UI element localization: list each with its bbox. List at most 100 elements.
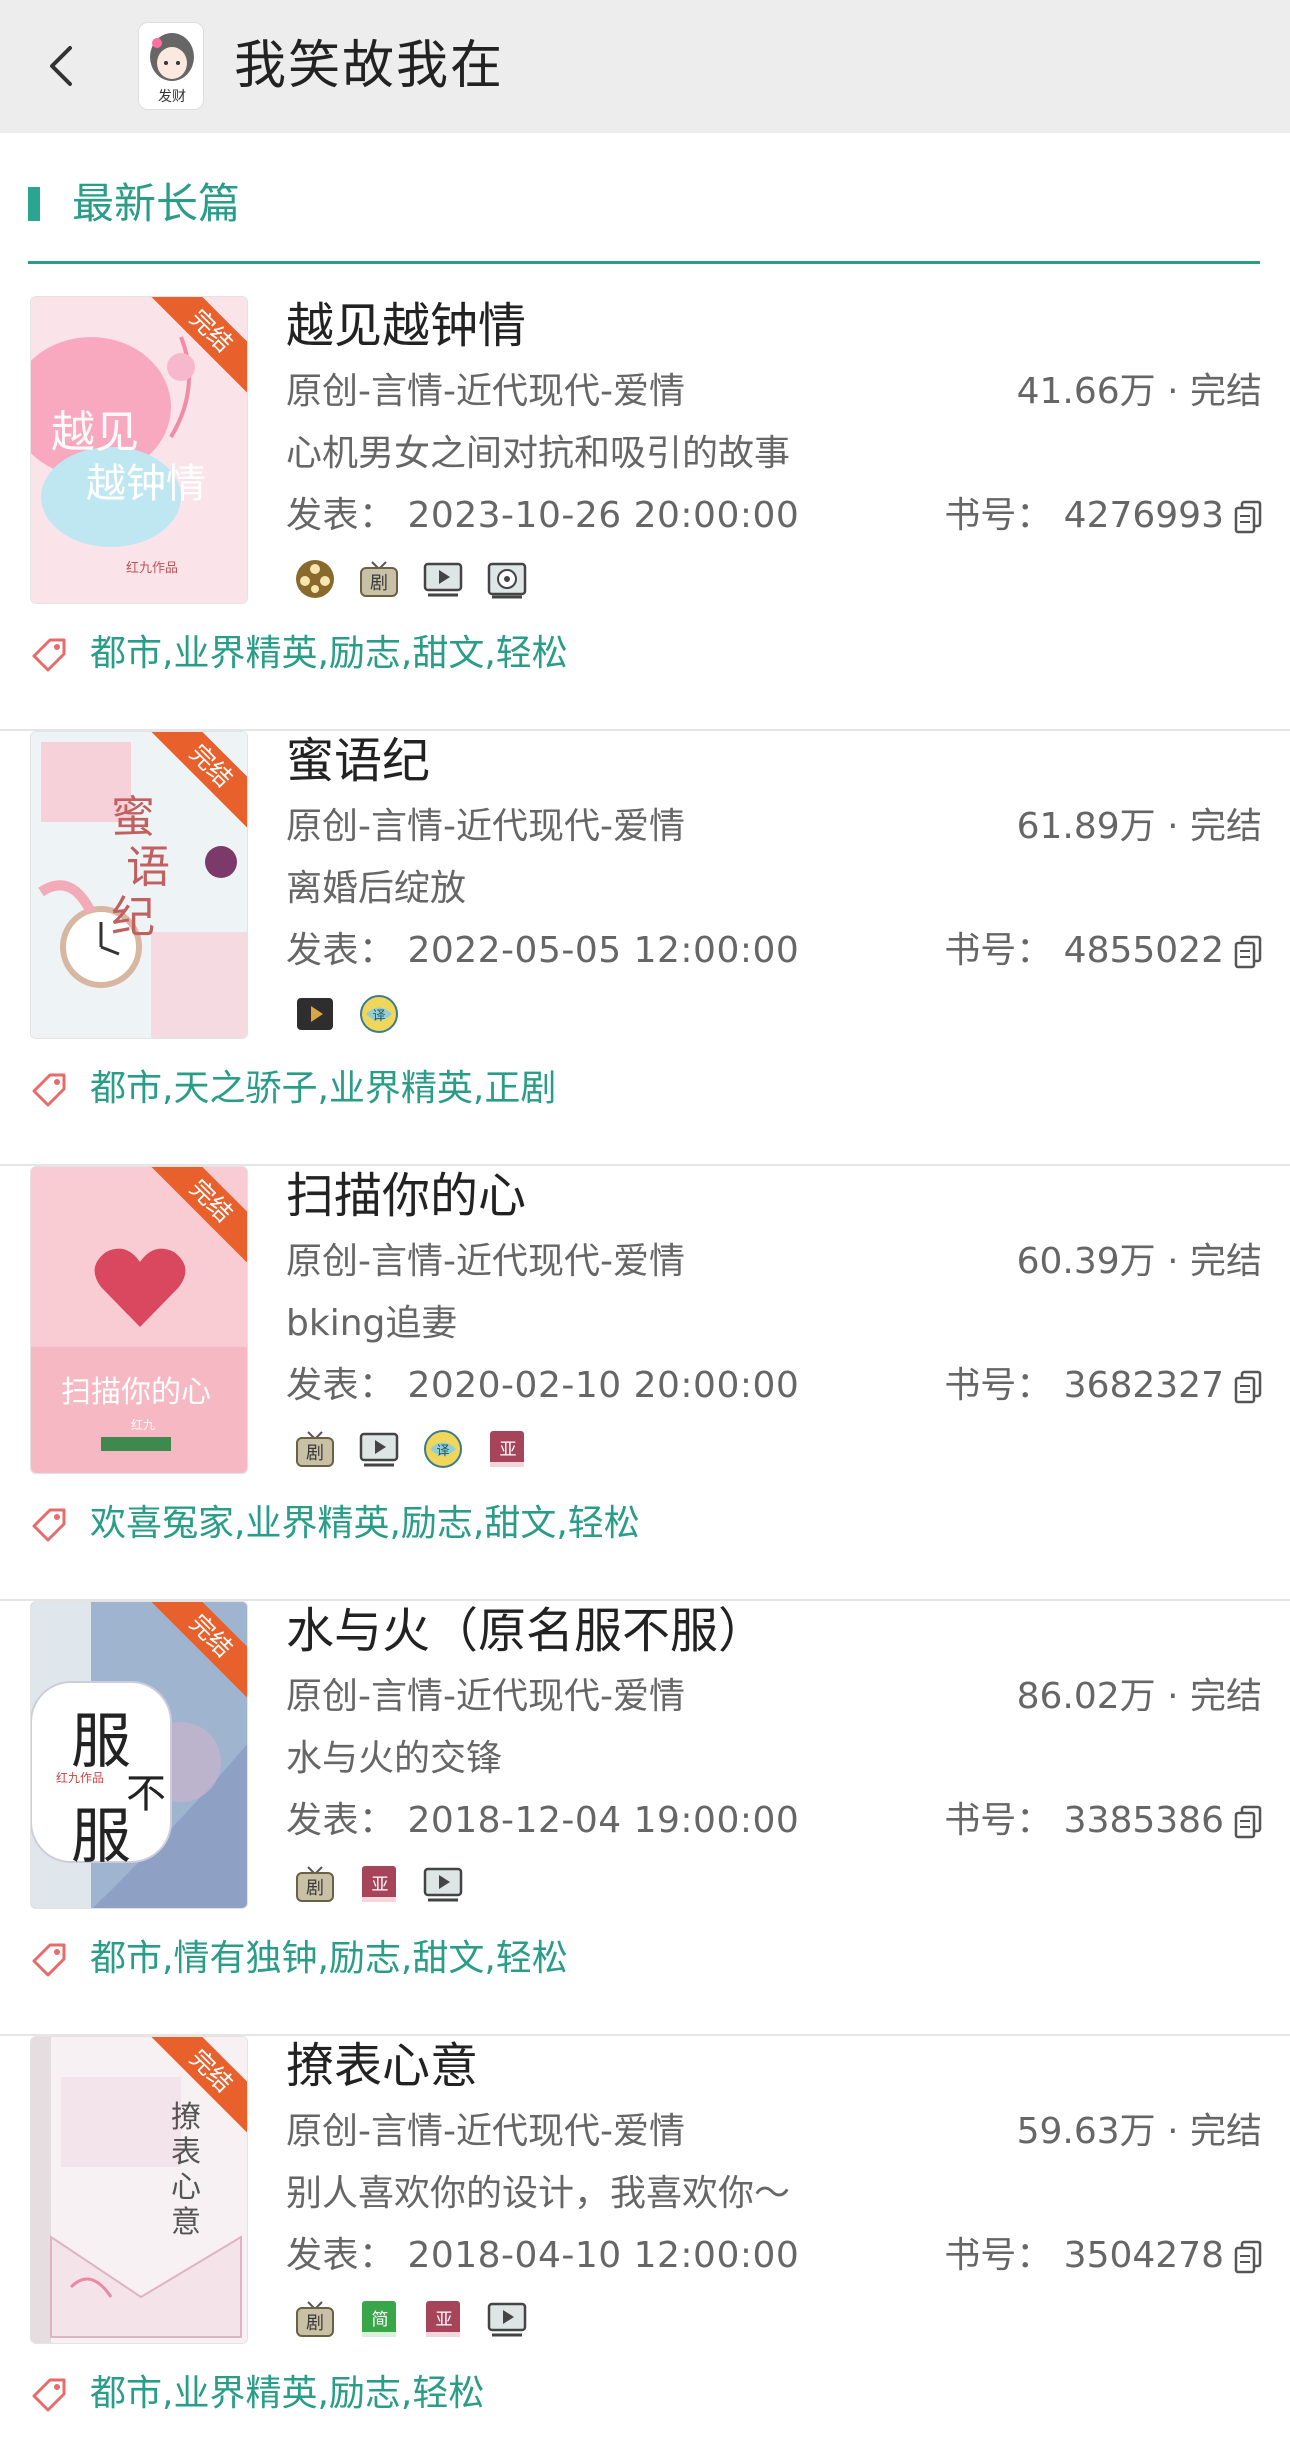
book-cover[interactable]: 扫描你的心 红九 完结 xyxy=(30,1166,248,1474)
svg-text:意: 意 xyxy=(171,2205,201,2240)
copy-icon[interactable] xyxy=(1234,2239,1262,2274)
simplified-book-icon[interactable]: 简 xyxy=(358,2298,400,2340)
video-play-icon[interactable] xyxy=(486,2298,528,2340)
book-word-count: 60.39万 · 完结 xyxy=(1016,1241,1262,1282)
book-cover[interactable]: 越见 越钟情 红九作品 完结 xyxy=(30,296,248,604)
play-box-icon[interactable] xyxy=(294,993,336,1035)
adaptation-icons: 译 xyxy=(294,993,400,1035)
book-cover[interactable]: 撩表心意完结 xyxy=(30,2036,248,2344)
svg-text:纪: 纪 xyxy=(111,892,155,943)
publish-date: 发表： 2018-04-10 12:00:00 xyxy=(286,2235,800,2276)
copy-icon[interactable] xyxy=(1234,934,1262,969)
translate-globe-icon[interactable]: 译 xyxy=(358,993,400,1035)
book-description: 别人喜欢你的设计，我喜欢你～ xyxy=(286,2173,791,2214)
svg-text:剧: 剧 xyxy=(306,1443,324,1464)
book-title[interactable]: 蜜语纪 xyxy=(286,731,430,791)
video-play-icon[interactable] xyxy=(422,1863,464,1905)
book-id-text: 书号： 3682327 xyxy=(944,1365,1224,1406)
translate-globe-icon[interactable]: 译 xyxy=(422,1428,464,1470)
adaptation-icons: 剧 xyxy=(294,558,528,600)
book-id: 书号： 4276993 xyxy=(944,492,1262,540)
svg-text:扫描你的心: 扫描你的心 xyxy=(61,1375,211,1410)
svg-text:红九: 红九 xyxy=(131,1417,155,1432)
svg-text:服: 服 xyxy=(71,1802,131,1872)
tags-text[interactable]: 都市,情有独钟,励志,甜文,轻松 xyxy=(90,1935,568,1983)
film-camera-icon[interactable] xyxy=(486,558,528,600)
book-tags: 都市,天之骄子,业界精英,正剧 xyxy=(30,1065,556,1113)
book-category: 原创-言情-近代现代-爱情 xyxy=(286,371,685,412)
author-avatar[interactable]: 发财 xyxy=(138,22,204,110)
svg-text:剧: 剧 xyxy=(306,1878,324,1899)
drama-tv-icon[interactable]: 剧 xyxy=(294,1863,336,1905)
video-play-icon[interactable] xyxy=(422,558,464,600)
tag-icon xyxy=(30,1939,70,1979)
tag-icon xyxy=(30,634,70,674)
book-category: 原创-言情-近代现代-爱情 xyxy=(286,806,685,847)
svg-text:服: 服 xyxy=(71,1707,131,1777)
book-cover[interactable]: 服不服红九作品 完结 xyxy=(30,1601,248,1909)
book-id-text: 书号： 4855022 xyxy=(944,930,1224,971)
section-divider xyxy=(28,261,1260,264)
book-id: 书号： 3682327 xyxy=(944,1362,1262,1410)
book-category: 原创-言情-近代现代-爱情 xyxy=(286,2111,685,2152)
adaptation-icons: 剧简 亚 xyxy=(294,2298,528,2340)
copy-icon[interactable] xyxy=(1234,1804,1262,1839)
book-title[interactable]: 扫描你的心 xyxy=(286,1166,526,1226)
book-item[interactable]: 扫描你的心 红九 完结 扫描你的心 原创-言情-近代现代-爱情 60.39万 · 完结 bk… xyxy=(0,1166,1290,1601)
book-description: 离婚后绽放 xyxy=(286,868,467,909)
book-tags: 都市,情有独钟,励志,甜文,轻松 xyxy=(30,1935,568,1983)
adaptation-icons: 剧译亚 xyxy=(294,1428,528,1470)
tags-text[interactable]: 都市,天之骄子,业界精英,正剧 xyxy=(90,1065,556,1113)
avatar-caption: 发财 xyxy=(158,89,186,105)
book-description: 水与火的交锋 xyxy=(286,1738,503,1779)
svg-text:亚: 亚 xyxy=(436,2310,453,2330)
top-nav-bar: 发财 我笑故我在 xyxy=(0,0,1290,133)
book-title[interactable]: 越见越钟情 xyxy=(286,296,526,356)
svg-text:蜜: 蜜 xyxy=(111,792,155,843)
drama-tv-icon[interactable]: 剧 xyxy=(358,558,400,600)
book-word-count: 59.63万 · 完结 xyxy=(1016,2111,1262,2152)
asia-book-icon[interactable]: 亚 xyxy=(358,1863,400,1905)
book-category: 原创-言情-近代现代-爱情 xyxy=(286,1676,685,1717)
back-arrow-icon[interactable] xyxy=(40,36,88,96)
book-cover[interactable]: 蜜语纪完结 xyxy=(30,731,248,1039)
copy-icon[interactable] xyxy=(1234,1369,1262,1404)
book-category: 原创-言情-近代现代-爱情 xyxy=(286,1241,685,1282)
book-title[interactable]: 撩表心意 xyxy=(286,2036,478,2096)
svg-text:红九作品: 红九作品 xyxy=(56,1770,104,1785)
book-tags: 都市,业界精英,励志,甜文,轻松 xyxy=(30,630,568,678)
svg-text:语: 语 xyxy=(126,842,170,893)
svg-text:译: 译 xyxy=(436,1444,449,1459)
svg-text:亚: 亚 xyxy=(372,1875,389,1895)
page-title: 我笑故我在 xyxy=(234,36,505,96)
asia-book-icon[interactable]: 亚 xyxy=(486,1428,528,1470)
book-title[interactable]: 水与火（原名服不服） xyxy=(286,1601,766,1661)
drama-tv-icon[interactable]: 剧 xyxy=(294,2298,336,2340)
book-item[interactable]: 蜜语纪完结 蜜语纪 原创-言情-近代现代-爱情 61.89万 · 完结 离婚后绽放 发表：… xyxy=(0,731,1290,1166)
asia-book-icon[interactable]: 亚 xyxy=(422,2298,464,2340)
tags-text[interactable]: 欢喜冤家,业界精英,励志,甜文,轻松 xyxy=(90,1500,640,1548)
svg-text:撩: 撩 xyxy=(171,2100,201,2135)
video-play-icon[interactable] xyxy=(358,1428,400,1470)
svg-text:表: 表 xyxy=(171,2135,201,2170)
publish-date: 发表： 2022-05-05 12:00:00 xyxy=(286,930,800,971)
tags-text[interactable]: 都市,业界精英,励志,轻松 xyxy=(90,2370,484,2418)
book-item[interactable]: 撩表心意完结 撩表心意 原创-言情-近代现代-爱情 59.63万 · 完结 别人喜欢你的… xyxy=(0,2036,1290,2440)
copy-icon[interactable] xyxy=(1234,499,1262,534)
publish-date: 发表： 2018-12-04 19:00:00 xyxy=(286,1800,800,1841)
publish-date: 发表： 2023-10-26 20:00:00 xyxy=(286,495,800,536)
book-id-text: 书号： 4276993 xyxy=(944,495,1224,536)
book-item[interactable]: 服不服红九作品 完结 水与火（原名服不服） 原创-言情-近代现代-爱情 86.02万 ·… xyxy=(0,1601,1290,2036)
svg-text:越见: 越见 xyxy=(51,407,139,458)
svg-text:不: 不 xyxy=(126,1771,166,1817)
tag-icon xyxy=(30,1504,70,1544)
film-reel-icon[interactable] xyxy=(294,558,336,600)
drama-tv-icon[interactable]: 剧 xyxy=(294,1428,336,1470)
book-item[interactable]: 越见 越钟情 红九作品 完结 越见越钟情 原创-言情-近代现代-爱情 41.66万 · 完结… xyxy=(0,296,1290,731)
adaptation-icons: 剧亚 xyxy=(294,1863,464,1905)
svg-text:剧: 剧 xyxy=(370,573,388,594)
tags-text[interactable]: 都市,业界精英,励志,甜文,轻松 xyxy=(90,630,568,678)
tag-icon xyxy=(30,2374,70,2414)
book-word-count: 86.02万 · 完结 xyxy=(1016,1676,1262,1717)
svg-text:心: 心 xyxy=(171,2170,201,2205)
